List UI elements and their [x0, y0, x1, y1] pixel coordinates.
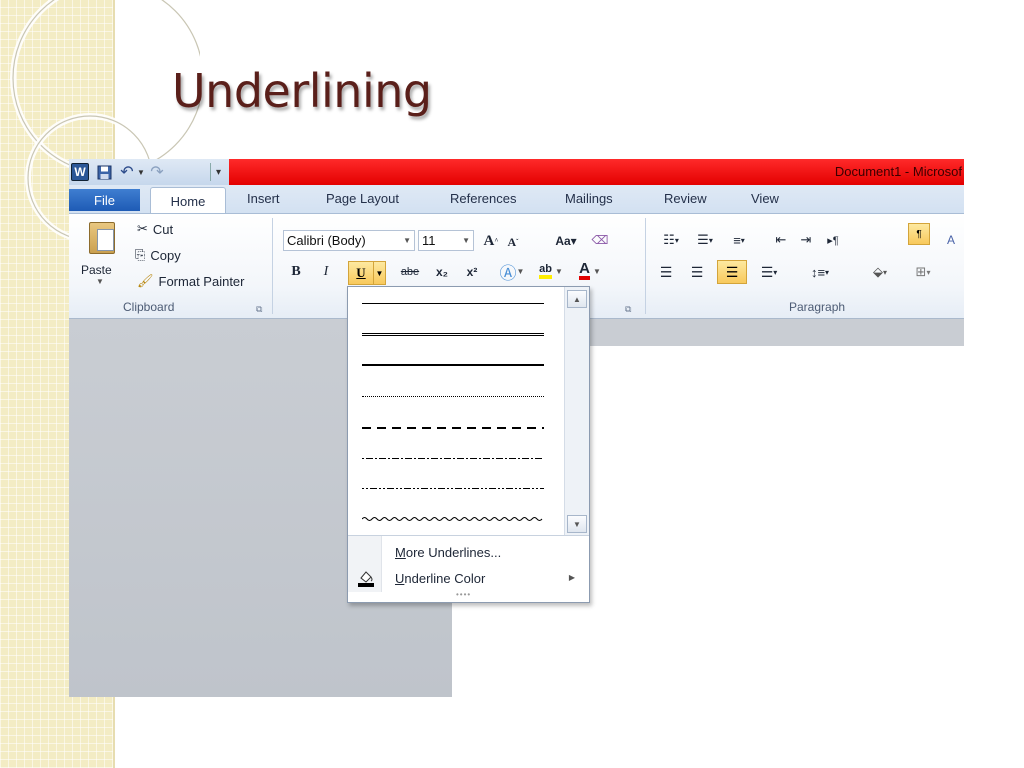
sort-icon[interactable]: A: [943, 230, 959, 250]
slide-title: Underlining: [172, 64, 432, 118]
highlight-label: ab: [539, 263, 552, 279]
group-separator: [645, 218, 646, 314]
format-painter-label: Format Painter: [158, 273, 245, 289]
paintbrush-icon: 🖌: [137, 273, 154, 288]
multilevel-list-icon[interactable]: ≡ ▾: [724, 230, 754, 250]
quick-access-toolbar: W ↶ ▼ ↷ ▾ Document1 - Microsof: [69, 159, 964, 185]
font-launcher-icon[interactable]: ⧉: [625, 304, 631, 315]
window-title: Document1 - Microsof: [834, 164, 962, 179]
underline-style-dot-dot-dash[interactable]: [362, 488, 544, 489]
numbering-icon[interactable]: ☰ ▾: [691, 230, 719, 250]
bullets-icon[interactable]: ☷ ▾: [657, 230, 685, 250]
font-name-combo[interactable]: Calibri (Body) ▼: [283, 230, 415, 251]
tab-review[interactable]: Review: [664, 191, 707, 206]
underline-label: U: [356, 265, 366, 280]
tab-page-layout[interactable]: Page Layout: [326, 191, 399, 206]
tab-mailings[interactable]: Mailings: [565, 191, 613, 206]
ribbon-tabs: File Home Insert Page Layout References …: [69, 185, 964, 214]
paste-dropdown-icon[interactable]: ▼: [96, 277, 104, 286]
copy-button[interactable]: ⎘ Copy: [135, 247, 181, 263]
resize-grip-icon[interactable]: ••••: [456, 590, 471, 599]
underline-color-item[interactable]: Underline Color ▶: [348, 565, 589, 591]
bold-button[interactable]: B: [288, 262, 304, 282]
tab-references[interactable]: References: [450, 191, 516, 206]
italic-button[interactable]: I: [318, 262, 334, 282]
chevron-down-icon[interactable]: ▼: [373, 262, 385, 284]
font-name-value: Calibri (Body): [287, 233, 366, 248]
underline-style-dot-dash[interactable]: [362, 458, 544, 459]
strikethrough-button[interactable]: abe: [396, 262, 424, 282]
tab-view[interactable]: View: [751, 191, 779, 206]
copy-icon: ⎘: [135, 247, 146, 262]
borders-icon[interactable]: ⊞ ▾: [907, 262, 939, 282]
paste-icon[interactable]: [89, 222, 115, 254]
clear-formatting-icon[interactable]: ⌫: [589, 230, 611, 250]
show-hide-marks-icon[interactable]: ¶: [908, 223, 930, 245]
tab-insert[interactable]: Insert: [247, 191, 280, 206]
customize-toolbar-icon[interactable]: ▾: [210, 163, 226, 181]
align-left-icon[interactable]: ☰: [655, 262, 677, 282]
clipboard-launcher-icon[interactable]: ⧉: [256, 304, 262, 315]
text-effects-icon[interactable]: Ⓐ ▼: [497, 261, 527, 283]
title-bar: Document1 - Microsof: [229, 159, 964, 185]
menu-divider: [348, 535, 589, 536]
tab-home[interactable]: Home: [150, 187, 226, 214]
format-painter-button[interactable]: 🖌 Format Painter: [137, 273, 245, 289]
shading-icon[interactable]: ⬙ ▾: [863, 262, 897, 282]
subscript-button[interactable]: x₂: [432, 262, 452, 282]
increase-indent-icon[interactable]: ⇥: [795, 230, 817, 250]
underline-style-single[interactable]: [362, 303, 544, 304]
underline-button[interactable]: U ▼: [348, 261, 386, 285]
decrease-indent-icon[interactable]: ⇤: [770, 230, 792, 250]
underline-style-wave[interactable]: [362, 516, 544, 522]
underline-style-dashed[interactable]: [362, 427, 544, 429]
underline-color-label: Underline Color: [395, 571, 486, 586]
undo-icon[interactable]: ↶: [119, 163, 135, 181]
change-case-label: Aa: [555, 234, 571, 248]
underline-style-menu: ▲ ▼ More Underlines... Underline Color ▶…: [347, 286, 590, 603]
redo-icon[interactable]: ↷: [149, 163, 165, 181]
paragraph-group-label: Paragraph: [789, 300, 846, 314]
shrink-font-button[interactable]: Aˇ: [504, 232, 522, 252]
copy-label: Copy: [150, 247, 181, 263]
word-app-icon[interactable]: W: [71, 163, 89, 181]
underline-style-dotted[interactable]: [362, 396, 544, 397]
justify-icon[interactable]: ☰ ▾: [753, 262, 785, 282]
more-underlines-label: More Underlines...: [395, 545, 502, 560]
align-center-icon[interactable]: ☰: [686, 262, 708, 282]
font-color-button[interactable]: A ▼: [575, 261, 605, 281]
font-size-combo[interactable]: 11 ▼: [418, 230, 474, 251]
tab-file[interactable]: File: [69, 189, 140, 211]
text-direction-icon[interactable]: ▸¶: [821, 230, 845, 250]
font-size-value: 11: [422, 233, 436, 248]
more-underlines-item[interactable]: More Underlines...: [348, 539, 589, 565]
undo-dropdown-icon[interactable]: ▼: [136, 163, 146, 181]
superscript-button[interactable]: x²: [462, 262, 482, 282]
group-separator: [272, 218, 273, 314]
menu-scrollbar[interactable]: ▲ ▼: [564, 287, 589, 535]
line-spacing-icon[interactable]: ↕≡ ▾: [804, 262, 836, 282]
chevron-right-icon: ▶: [568, 573, 575, 582]
scroll-down-icon[interactable]: ▼: [567, 515, 587, 533]
change-case-button[interactable]: Aa ▾: [551, 231, 581, 251]
highlight-button[interactable]: ab ▼: [534, 261, 568, 281]
grow-font-button[interactable]: A ^: [481, 231, 501, 251]
scissors-icon: ✂: [137, 221, 148, 236]
clipboard-group-label: Clipboard: [123, 300, 175, 314]
underline-style-thick[interactable]: [362, 364, 544, 366]
underline-style-list: [348, 287, 564, 535]
cut-label: Cut: [152, 221, 174, 237]
paste-button[interactable]: Paste: [81, 263, 112, 277]
scroll-up-icon[interactable]: ▲: [567, 290, 587, 308]
font-color-label: A: [579, 261, 590, 280]
underline-style-double[interactable]: [362, 333, 544, 336]
align-right-icon[interactable]: ☰: [717, 260, 747, 284]
chevron-down-icon: ▼: [462, 236, 470, 245]
paint-bucket-icon: [357, 568, 375, 588]
cut-button[interactable]: ✂ Cut: [137, 221, 173, 237]
save-icon[interactable]: [96, 163, 112, 181]
chevron-down-icon: ▼: [403, 236, 411, 245]
